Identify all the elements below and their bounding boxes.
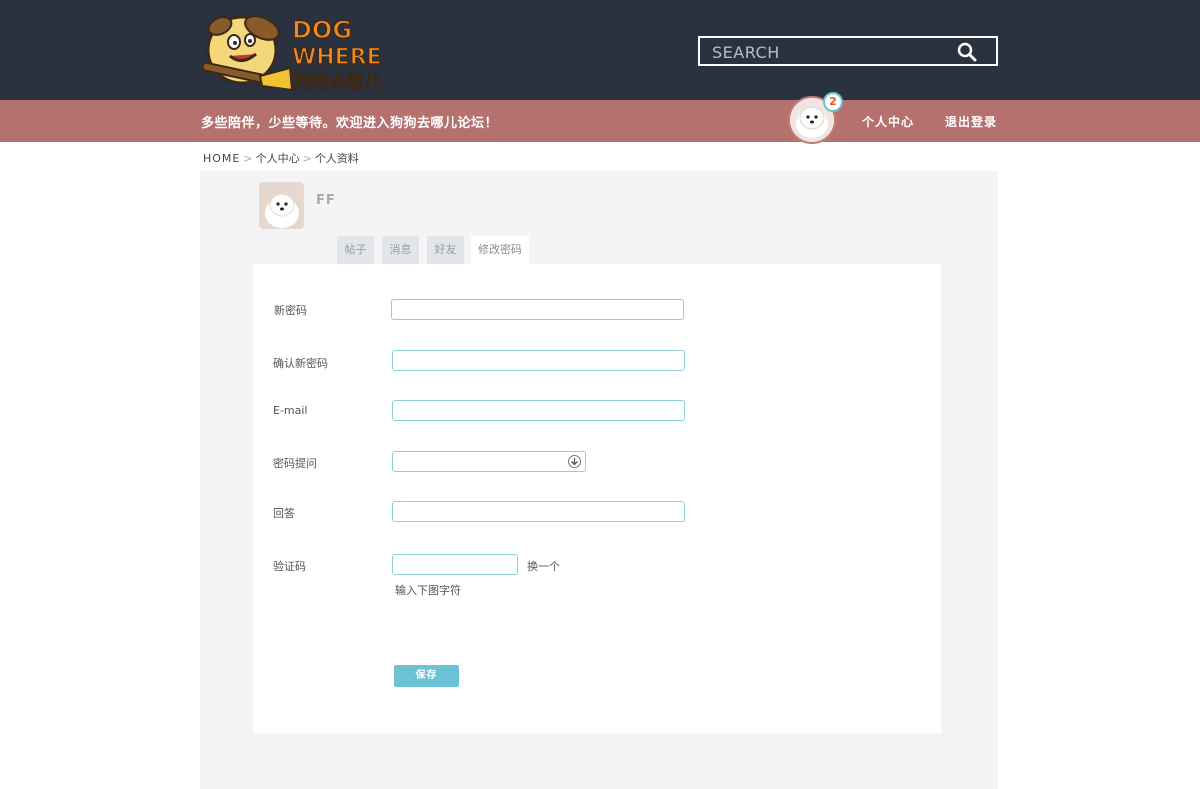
captcha-label: 验证码: [273, 560, 306, 573]
answer-label: 回答: [273, 507, 295, 520]
save-button[interactable]: 保存: [394, 665, 459, 687]
search-icon[interactable]: [956, 41, 980, 63]
site-logo[interactable]: DOG WHERE 狗狗去哪儿: [200, 6, 390, 96]
confirm-password-label: 确认新密码: [273, 357, 328, 370]
email-field[interactable]: [392, 400, 685, 421]
confirm-password-field[interactable]: [392, 350, 685, 371]
search-box: [698, 36, 998, 66]
breadcrumb-profile-center[interactable]: 个人中心: [256, 152, 300, 165]
site-header: DOG WHERE 狗狗去哪儿: [0, 0, 1200, 100]
security-question-select[interactable]: [392, 451, 586, 472]
logout-link[interactable]: 退出登录: [945, 113, 997, 130]
svg-text:狗狗去哪儿: 狗狗去哪儿: [292, 71, 382, 93]
tab-friends[interactable]: 好友: [427, 236, 464, 264]
captcha-field[interactable]: [392, 554, 518, 575]
breadcrumb-home[interactable]: HOME: [203, 152, 240, 165]
svg-text:DOG: DOG: [292, 16, 352, 44]
welcome-slogan: 多些陪伴，少些等待。欢迎进入狗狗去哪儿论坛！: [201, 116, 499, 131]
search-input[interactable]: [712, 41, 942, 63]
captcha-refresh-link[interactable]: 换一个: [527, 558, 560, 574]
profile-center-link[interactable]: 个人中心: [862, 113, 914, 130]
svg-text:WHERE: WHERE: [292, 45, 382, 70]
dog-avatar-icon: [260, 183, 303, 228]
chevron-down-icon: [568, 455, 581, 468]
profile-username: FF: [316, 193, 336, 208]
breadcrumb-separator: >: [302, 152, 312, 165]
breadcrumb-profile-info[interactable]: 个人资料: [315, 152, 359, 165]
change-password-form: 新密码 确认新密码 E-mail 密码提问 回答 验证码 换一个 输入下图字符 …: [253, 264, 941, 733]
new-password-label: 新密码: [274, 304, 307, 317]
notification-badge[interactable]: 2: [823, 92, 843, 112]
tab-change-password[interactable]: 修改密码: [471, 236, 529, 264]
main-content: FF 帖子 消息 好友 修改密码 新密码 确认新密码 E-mail 密码提问 回…: [200, 171, 998, 789]
breadcrumb: HOME > 个人中心 > 个人资料: [203, 150, 359, 166]
profile-avatar: [259, 182, 304, 229]
captcha-hint: 输入下图字符: [395, 584, 461, 597]
dog-logo-icon: DOG WHERE 狗狗去哪儿: [201, 15, 383, 94]
email-label: E-mail: [273, 404, 308, 417]
breadcrumb-separator: >: [243, 152, 253, 165]
new-password-field[interactable]: [391, 299, 684, 320]
tab-messages[interactable]: 消息: [382, 236, 419, 264]
tab-posts[interactable]: 帖子: [337, 236, 374, 264]
answer-field[interactable]: [392, 501, 685, 522]
security-question-label: 密码提问: [273, 457, 317, 470]
welcome-bar: 多些陪伴，少些等待。欢迎进入狗狗去哪儿论坛！ 2 个人中心 退出登录: [0, 92, 1200, 144]
